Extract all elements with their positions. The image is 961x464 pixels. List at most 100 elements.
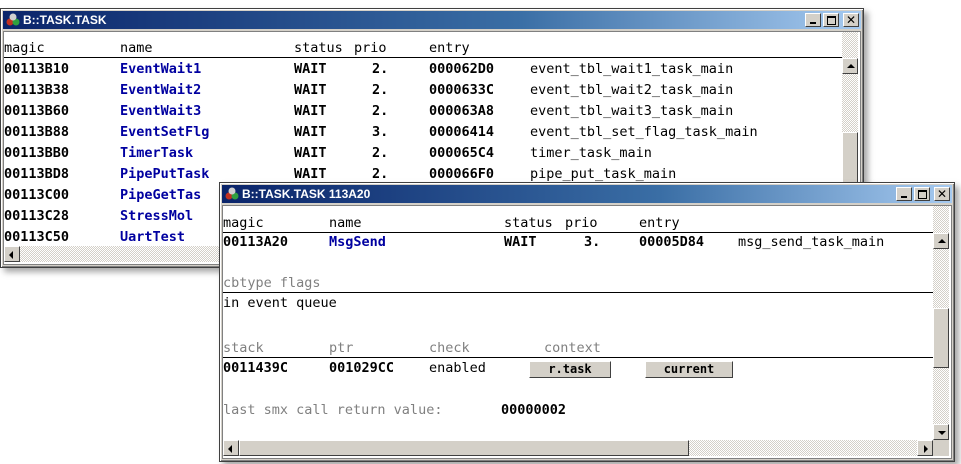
row-prio: 2. [372, 61, 389, 77]
trace32-icon [225, 187, 239, 200]
row-name[interactable]: EventSetFlg [120, 124, 209, 141]
arrow-left-icon [9, 251, 13, 259]
close-button[interactable]: ✕ [843, 13, 859, 27]
row-func[interactable]: event_tbl_wait3_task_main [530, 103, 733, 120]
stack-divider [223, 357, 933, 358]
row-status: WAIT [504, 234, 537, 250]
vscroll-thumb[interactable] [933, 308, 949, 368]
task-detail-titlebar[interactable]: B::TASK.TASK 113A20 ✕ [222, 185, 952, 203]
row-func[interactable]: msg_send_task_main [738, 234, 884, 251]
col-prio: prio [565, 215, 598, 231]
current-button[interactable]: current [645, 361, 733, 378]
row-status: WAIT [294, 166, 327, 182]
arrow-up-icon [847, 64, 855, 68]
header-divider [4, 57, 842, 58]
row-func[interactable]: event_tbl_wait1_task_main [530, 61, 733, 78]
row-name[interactable]: StressMol [120, 208, 193, 225]
close-icon: ✕ [937, 187, 948, 201]
minimize-icon [901, 196, 907, 198]
table-row[interactable]: 00113B38 EventWait2 WAIT 2. 0000633C event_tb… [4, 80, 842, 101]
row-entry: 000065C4 [429, 145, 495, 161]
size-grip[interactable] [933, 440, 949, 456]
row-status: WAIT [294, 82, 327, 98]
row-name[interactable]: PipePutTask [120, 166, 209, 183]
scroll-left-button[interactable] [223, 440, 239, 456]
row-name[interactable]: EventWait1 [120, 61, 201, 78]
row-entry: 0000633C [429, 82, 495, 98]
task-detail-window: B::TASK.TASK 113A20 ✕ magic name status … [219, 182, 955, 462]
row-name[interactable]: PipeGetTas [120, 187, 201, 204]
close-icon: ✕ [846, 13, 857, 27]
stack-value: 0011439C [223, 360, 289, 376]
row-prio: 2. [372, 145, 389, 161]
maximize-icon [827, 16, 836, 25]
scroll-down-button[interactable] [933, 424, 949, 440]
task-list-titlebar[interactable]: B::TASK.TASK ✕ [3, 11, 861, 29]
row-entry: 000066F0 [429, 166, 495, 182]
scroll-up-button[interactable] [933, 233, 949, 249]
task-list-title: B::TASK.TASK [23, 13, 107, 27]
table-row[interactable]: 00113BB0 TimerTask WAIT 2. 000065C4 timer_tas… [4, 143, 842, 164]
ptr-value: 001029CC [329, 360, 395, 376]
last-call-label: last smx call return value: [223, 402, 443, 418]
cbtype-value: in event queue [223, 295, 337, 311]
row-prio: 2. [372, 166, 389, 182]
table-row[interactable]: 00113B88 EventSetFlg WAIT 3. 00006414 event_t… [4, 122, 842, 143]
trace32-icon [6, 13, 20, 26]
close-button[interactable]: ✕ [934, 187, 950, 201]
row-entry: 000062D0 [429, 61, 495, 77]
row-name[interactable]: EventWait3 [120, 103, 201, 120]
table-row[interactable]: 00113B10 EventWait1 WAIT 2. 000062D0 event_tb… [4, 59, 842, 80]
row-func[interactable]: timer_task_main [530, 145, 652, 162]
ptr-header: ptr [329, 340, 354, 356]
maximize-icon [918, 190, 927, 199]
row-func[interactable]: event_tbl_set_flag_task_main [530, 124, 758, 141]
row-prio: 2. [372, 103, 389, 119]
row-entry: 00006414 [429, 124, 495, 140]
row-name[interactable]: MsgSend [329, 234, 386, 251]
minimize-button[interactable] [896, 187, 912, 201]
arrow-right-icon [924, 445, 928, 453]
minimize-icon [810, 22, 816, 24]
cbtype-header: cbtype flags [223, 275, 321, 291]
row-prio: 3. [372, 124, 389, 140]
col-magic: magic [4, 40, 45, 56]
last-call-value: 00000002 [501, 402, 567, 418]
col-magic: magic [223, 215, 264, 231]
row-name[interactable]: TimerTask [120, 145, 193, 162]
row-magic: 00113A20 [223, 234, 289, 250]
col-prio: prio [354, 40, 387, 56]
check-header: check [429, 340, 470, 356]
r-task-button[interactable]: r.task [529, 361, 611, 378]
row-magic: 00113BD8 [4, 166, 70, 182]
task-detail-client: magic name status prio entry 00113A20 Ms… [222, 205, 952, 459]
row-name[interactable]: EventWait2 [120, 82, 201, 99]
row-magic: 00113BB0 [4, 145, 70, 161]
col-name: name [329, 215, 362, 231]
row-func[interactable]: event_tbl_wait2_task_main [530, 82, 733, 99]
minimize-button[interactable] [805, 13, 821, 27]
hscroll-thumb[interactable] [239, 440, 689, 456]
context-header: context [544, 340, 601, 356]
row-magic: 00113B88 [4, 124, 70, 140]
row-magic: 00113C28 [4, 208, 70, 224]
scroll-left-button[interactable] [4, 246, 20, 262]
row-status: WAIT [294, 103, 327, 119]
scroll-right-button[interactable] [917, 440, 933, 456]
col-status: status [294, 40, 343, 56]
maximize-button[interactable] [914, 187, 930, 201]
row-prio: 3. [584, 234, 601, 250]
scroll-up-button[interactable] [842, 58, 858, 74]
maximize-button[interactable] [823, 13, 839, 27]
table-row[interactable]: 00113B60 EventWait3 WAIT 2. 000063A8 event_tb… [4, 101, 842, 122]
row-func[interactable]: pipe_put_task_main [530, 166, 676, 183]
arrow-left-icon [228, 445, 232, 453]
cbtype-divider [223, 292, 933, 293]
arrow-up-icon [938, 239, 946, 243]
row-name[interactable]: UartTest [120, 229, 185, 246]
task-detail-title: B::TASK.TASK 113A20 [242, 187, 371, 201]
row-prio: 2. [372, 82, 389, 98]
row-status: WAIT [294, 61, 327, 77]
row-magic: 00113B38 [4, 82, 70, 98]
col-entry: entry [639, 215, 680, 231]
